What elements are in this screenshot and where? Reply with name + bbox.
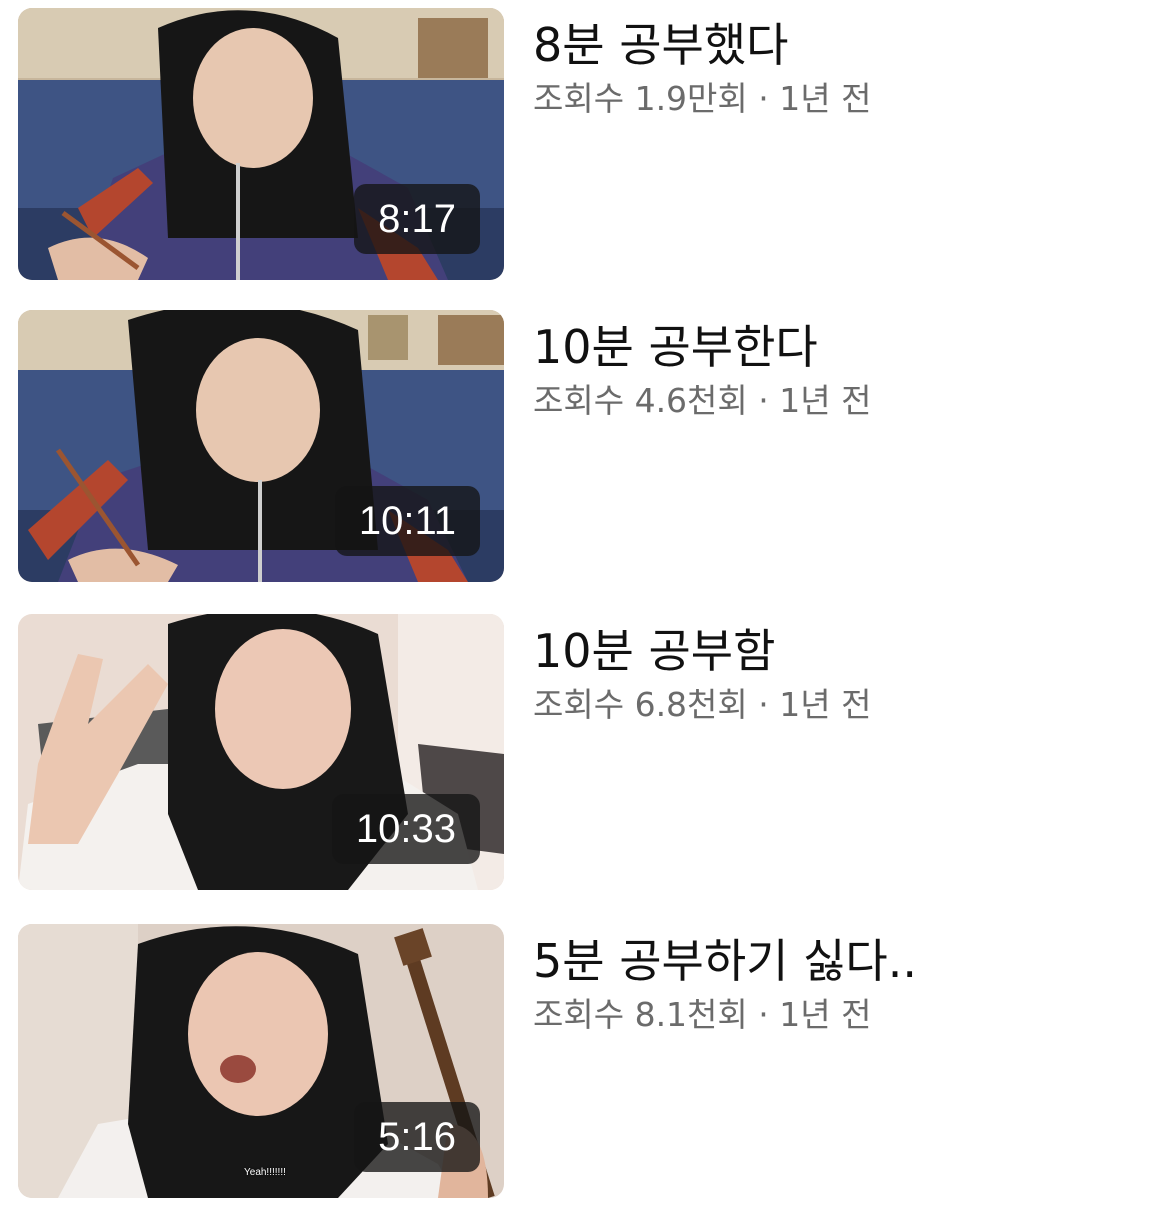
video-info: 5분 공부하기 싫다.. 조회수 8.1천회 · 1년 전 <box>533 932 1147 1036</box>
video-info: 10분 공부함 조회수 6.8천회 · 1년 전 <box>533 622 1147 726</box>
view-count: 조회수 1.9만회 <box>533 79 748 118</box>
upload-age: 1년 전 <box>779 995 872 1034</box>
video-list-item[interactable]: 8:17 8분 공부했다 조회수 1.9만회 · 1년 전 <box>0 8 1157 298</box>
video-info: 10분 공부한다 조회수 4.6천회 · 1년 전 <box>533 318 1147 422</box>
video-info: 8분 공부했다 조회수 1.9만회 · 1년 전 <box>533 16 1147 120</box>
video-title[interactable]: 10분 공부한다 <box>533 318 1147 376</box>
video-metadata: 조회수 4.6천회 · 1년 전 <box>533 380 1147 422</box>
video-title[interactable]: 5분 공부하기 싫다.. <box>533 932 1147 990</box>
video-duration-badge: 8:17 <box>354 184 480 254</box>
meta-separator: · <box>758 381 769 420</box>
video-thumbnail[interactable]: 10:33 <box>18 614 504 890</box>
video-duration-badge: 5:16 <box>354 1102 480 1172</box>
video-list-item[interactable]: 10:33 10분 공부함 조회수 6.8천회 · 1년 전 <box>0 614 1157 904</box>
video-title[interactable]: 8분 공부했다 <box>533 16 1147 74</box>
video-metadata: 조회수 6.8천회 · 1년 전 <box>533 684 1147 726</box>
video-list-item[interactable]: 10:11 10분 공부한다 조회수 4.6천회 · 1년 전 <box>0 310 1157 600</box>
view-count: 조회수 6.8천회 <box>533 685 748 724</box>
upload-age: 1년 전 <box>779 685 872 724</box>
video-list-item[interactable]: Yeah!!!!!!! 5:16 5분 공부하기 싫다.. 조회수 8.1천회 … <box>0 924 1157 1214</box>
meta-separator: · <box>758 995 769 1034</box>
video-metadata: 조회수 8.1천회 · 1년 전 <box>533 994 1147 1036</box>
upload-age: 1년 전 <box>779 381 872 420</box>
thumbnail-caption: Yeah!!!!!!! <box>244 1167 286 1178</box>
video-duration-badge: 10:11 <box>334 486 480 556</box>
video-thumbnail[interactable]: 8:17 <box>18 8 504 280</box>
view-count: 조회수 4.6천회 <box>533 381 748 420</box>
view-count: 조회수 8.1천회 <box>533 995 748 1034</box>
video-metadata: 조회수 1.9만회 · 1년 전 <box>533 78 1147 120</box>
video-title[interactable]: 10분 공부함 <box>533 622 1147 680</box>
meta-separator: · <box>758 685 769 724</box>
upload-age: 1년 전 <box>779 79 872 118</box>
video-duration-badge: 10:33 <box>331 794 480 864</box>
meta-separator: · <box>758 79 769 118</box>
video-thumbnail[interactable]: 10:11 <box>18 310 504 582</box>
video-thumbnail[interactable]: Yeah!!!!!!! 5:16 <box>18 924 504 1198</box>
